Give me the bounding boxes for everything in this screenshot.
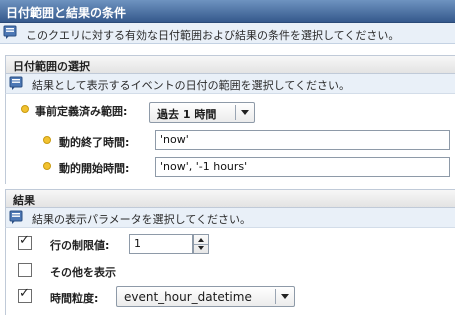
info-icon <box>9 76 23 90</box>
chevron-down-icon <box>241 110 249 115</box>
intro-text: このクエリに対する有効な日付範囲および結果の条件を選択してください。 <box>26 29 400 42</box>
predefined-range-value: 過去 1 時間 <box>157 108 217 121</box>
row-limit-input[interactable]: 1 <box>129 234 193 254</box>
granularity-label: 時間粒度: <box>50 292 99 305</box>
select-separator <box>275 289 276 304</box>
intro-info-row: このクエリに対する有効な日付範囲および結果の条件を選択してください。 <box>0 23 455 44</box>
predefined-range-label: 事前定義済み範囲: <box>35 105 128 118</box>
date-section-info: 結果として表示するイベントの日付の範囲を選択してください。 <box>5 74 455 94</box>
end-time-label: 動的終了時間: <box>59 136 130 149</box>
window-titlebar: 日付範囲と結果の条件 <box>0 0 455 23</box>
info-icon <box>3 25 17 39</box>
chevron-down-icon <box>281 294 289 299</box>
stepper-up-icon[interactable] <box>198 238 204 242</box>
row-limit-label: 行の制限値: <box>50 239 110 252</box>
check-icon: ✓ <box>19 233 30 248</box>
stepper-down-icon[interactable] <box>198 246 204 250</box>
show-other-label: その他を表示 <box>50 266 116 279</box>
bullet-icon <box>21 105 29 113</box>
results-section-info: 結果の表示パラメータを選択してください。 <box>5 208 455 228</box>
window-title: 日付範囲と結果の条件 <box>6 6 127 20</box>
date-section-header: 日付範囲の選択 <box>5 55 455 74</box>
show-other-checkbox[interactable] <box>18 263 32 277</box>
info-icon <box>9 210 23 224</box>
predefined-range-select[interactable]: 過去 1 時間 <box>149 102 255 123</box>
date-section-title: 日付範囲の選択 <box>13 60 90 73</box>
date-section-info-text: 結果として表示するイベントの日付の範囲を選択してください。 <box>32 79 351 92</box>
start-time-label: 動的開始時間: <box>59 162 130 175</box>
row-limit-stepper[interactable] <box>193 234 209 254</box>
select-separator <box>235 105 236 120</box>
granularity-checkbox[interactable]: ✓ <box>18 286 32 303</box>
check-icon: ✓ <box>19 286 30 301</box>
results-section-header: 結果 <box>5 189 455 208</box>
granularity-value: event_hour_datetime <box>124 290 252 304</box>
row-limit-checkbox[interactable]: ✓ <box>18 233 32 250</box>
results-section-title: 結果 <box>13 194 35 207</box>
bullet-icon <box>43 162 51 170</box>
bullet-icon <box>43 136 51 144</box>
results-section-info-text: 結果の表示パラメータを選択してください。 <box>32 213 252 226</box>
start-time-input[interactable]: 'now', '-1 hours' <box>155 157 450 177</box>
end-time-input[interactable]: 'now' <box>155 130 450 150</box>
granularity-select[interactable]: event_hour_datetime <box>116 286 295 307</box>
stepper-divider <box>194 244 208 245</box>
